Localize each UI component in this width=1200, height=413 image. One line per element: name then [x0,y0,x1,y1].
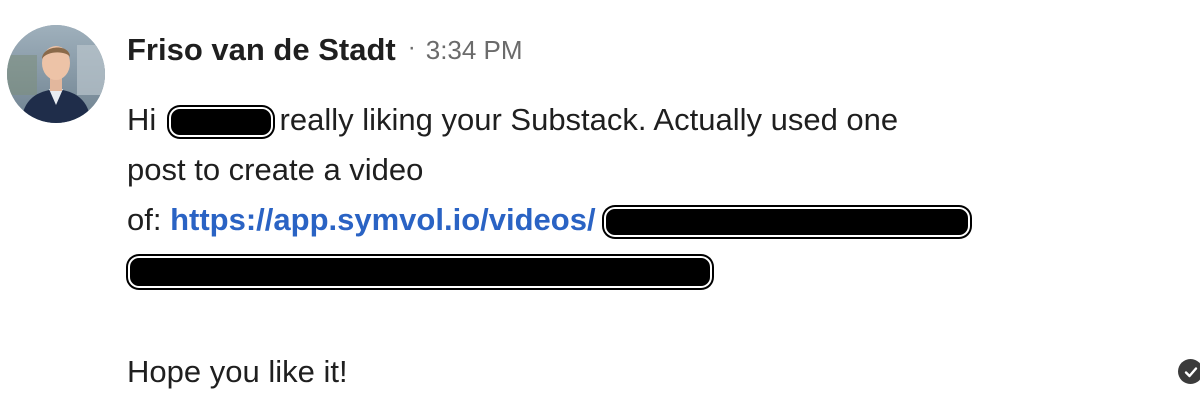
video-link[interactable]: https://app.symvol.io/videos/ [170,202,595,237]
profile-photo-icon [7,25,105,123]
avatar[interactable] [7,25,105,123]
message-line-1: Hi really liking your Substack. Actually… [127,100,898,140]
message-greeting: Hi [127,102,157,137]
message-line-4 [127,250,710,290]
redacted-link-part-2 [130,257,710,286]
sender-name[interactable]: Friso van de Stadt [127,32,396,68]
message-line-5: Hope you like it! [127,352,348,392]
check-circle-icon [1178,359,1200,384]
message-text-2: post to create a video [127,152,424,187]
redacted-link-part-1 [606,208,969,235]
message-text-1: really liking your Substack. Actually us… [279,102,899,137]
message-header: Friso van de Stadt · 3:34 PM [127,28,523,72]
message-line-3: of: https://app.symvol.io/videos/ [127,200,969,240]
redacted-name [170,108,271,135]
timestamp: 3:34 PM [425,34,523,65]
message-text-3: of: [127,202,171,237]
message-text-closing: Hope you like it! [127,354,348,389]
separator-dot: · [407,34,416,61]
message-line-2: post to create a video [127,150,423,190]
